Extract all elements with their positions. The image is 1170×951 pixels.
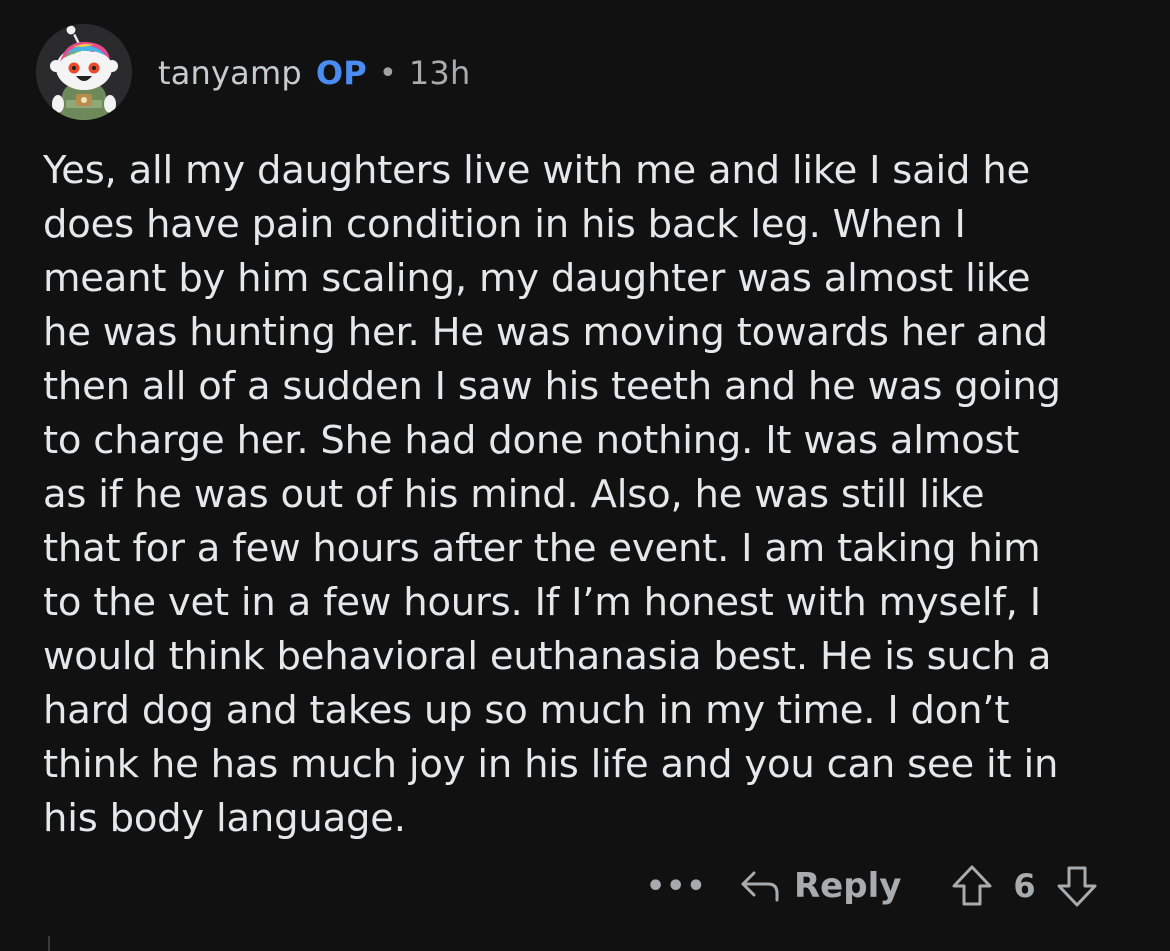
- comment: tanyamp OP • 13h Yes, all my daughters l…: [0, 0, 1170, 951]
- reply-arrow-icon: [741, 871, 779, 902]
- comment-actions: ••• Reply 6: [646, 858, 1098, 914]
- more-options-button[interactable]: •••: [646, 869, 706, 904]
- comment-header: tanyamp OP • 13h: [36, 24, 470, 120]
- timestamp: 13h: [408, 54, 471, 92]
- username[interactable]: tanyamp: [158, 54, 302, 92]
- comment-body: Yes, all my daughters live with me and l…: [43, 148, 1061, 841]
- snoo-avatar-icon: [36, 24, 132, 120]
- user-avatar[interactable]: [36, 24, 132, 120]
- meta-separator: •: [378, 55, 397, 91]
- reply-label: Reply: [794, 866, 902, 906]
- more-icon: •••: [646, 868, 707, 904]
- reply-button[interactable]: Reply: [740, 866, 901, 906]
- downvote-icon[interactable]: [1056, 864, 1098, 908]
- vote-controls: 6: [951, 864, 1097, 908]
- vote-score: 6: [1013, 867, 1036, 905]
- thread-line[interactable]: [48, 936, 50, 951]
- upvote-icon[interactable]: [951, 864, 993, 908]
- op-badge: OP: [315, 54, 367, 92]
- comment-meta: tanyamp OP • 13h: [158, 52, 470, 92]
